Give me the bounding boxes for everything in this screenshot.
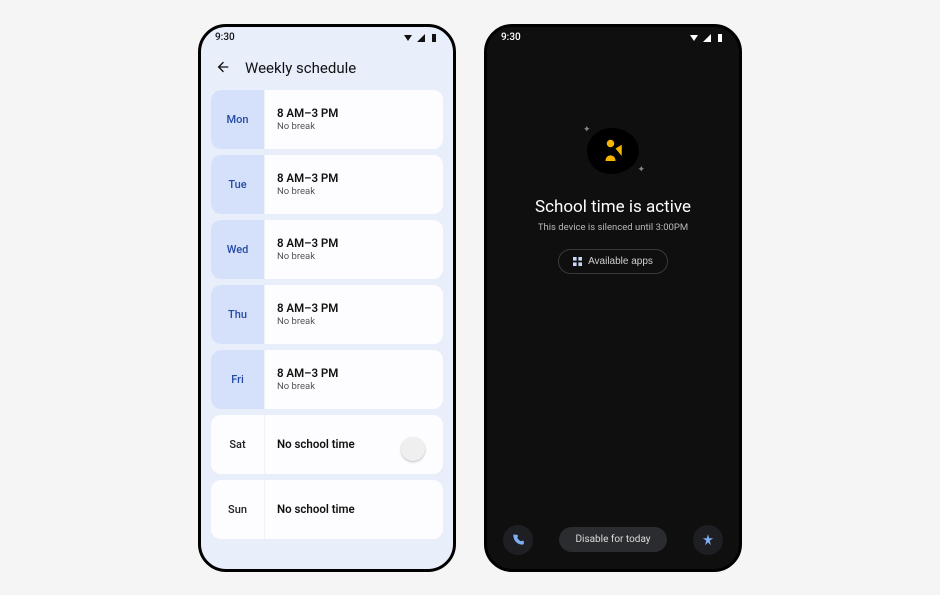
schedule-list: Mon 8 AM–3 PM No break Tue 8 AM–3 PM No …: [201, 90, 453, 569]
status-icons: [689, 33, 725, 43]
wifi-icon: [403, 33, 413, 43]
day-info: 8 AM–3 PM No break: [265, 285, 443, 344]
day-time: 8 AM–3 PM: [277, 236, 443, 250]
day-pill: Tue: [211, 155, 265, 214]
day-pill: Sun: [211, 480, 265, 539]
student-icon: [598, 136, 628, 166]
sparkle-icon: ✦: [637, 165, 645, 175]
signal-icon: [416, 33, 426, 43]
emergency-button[interactable]: [693, 525, 723, 555]
signal-icon: [702, 33, 712, 43]
phone-schedule: 9:30 Weekly schedule Mon 8 AM–3 PM No br…: [198, 24, 456, 572]
day-card-fri[interactable]: Fri 8 AM–3 PM No break: [211, 350, 443, 409]
status-bar: 9:30: [201, 27, 453, 49]
call-button[interactable]: [503, 525, 533, 555]
phone-icon: [511, 533, 525, 547]
school-time-title: School time is active: [535, 197, 691, 217]
day-card-wed[interactable]: Wed 8 AM–3 PM No break: [211, 220, 443, 279]
disable-today-button[interactable]: Disable for today: [559, 527, 666, 552]
back-button[interactable]: [215, 59, 231, 78]
status-time: 9:30: [215, 32, 235, 43]
phone-school-time: 9:30 ✦ ✦ School time is active This devi…: [484, 24, 742, 572]
day-break: No break: [277, 251, 443, 262]
day-card-tue[interactable]: Tue 8 AM–3 PM No break: [211, 155, 443, 214]
day-time: No school time: [277, 502, 443, 516]
day-pill: Sat: [211, 415, 265, 474]
school-time-content: ✦ ✦ School time is active This device is…: [487, 49, 739, 569]
day-pill: Thu: [211, 285, 265, 344]
emergency-icon: [701, 533, 715, 547]
toggle-handle[interactable]: [401, 437, 425, 461]
available-apps-label: Available apps: [588, 256, 653, 267]
available-apps-button[interactable]: Available apps: [558, 249, 668, 274]
bottom-actions: Disable for today: [487, 525, 739, 555]
day-pill: Wed: [211, 220, 265, 279]
arrow-left-icon: [215, 59, 231, 75]
day-pill: Fri: [211, 350, 265, 409]
wifi-icon: [689, 33, 699, 43]
day-card-sun[interactable]: Sun No school time: [211, 480, 443, 539]
day-info: No school time: [265, 480, 443, 539]
day-break: No break: [277, 121, 443, 132]
school-time-subtitle: This device is silenced until 3:00PM: [538, 222, 688, 233]
day-break: No break: [277, 186, 443, 197]
battery-icon: [429, 33, 439, 43]
hero-blob: [587, 128, 639, 174]
day-info: 8 AM–3 PM No break: [265, 90, 443, 149]
sparkle-icon: ✦: [583, 125, 591, 135]
day-card-thu[interactable]: Thu 8 AM–3 PM No break: [211, 285, 443, 344]
apps-grid-icon: [573, 257, 582, 266]
day-info: 8 AM–3 PM No break: [265, 220, 443, 279]
day-card-mon[interactable]: Mon 8 AM–3 PM No break: [211, 90, 443, 149]
header: Weekly schedule: [201, 49, 453, 90]
day-time: 8 AM–3 PM: [277, 366, 443, 380]
hero-icon: ✦ ✦: [581, 119, 645, 183]
day-info: 8 AM–3 PM No break: [265, 155, 443, 214]
disable-today-label: Disable for today: [575, 534, 650, 545]
day-time: 8 AM–3 PM: [277, 106, 443, 120]
status-time: 9:30: [501, 32, 521, 43]
day-time: 8 AM–3 PM: [277, 171, 443, 185]
status-bar: 9:30: [487, 27, 739, 49]
day-time: 8 AM–3 PM: [277, 301, 443, 315]
day-pill: Mon: [211, 90, 265, 149]
page-title: Weekly schedule: [245, 59, 356, 77]
status-icons: [403, 33, 439, 43]
battery-icon: [715, 33, 725, 43]
day-info: 8 AM–3 PM No break: [265, 350, 443, 409]
day-break: No break: [277, 316, 443, 327]
day-break: No break: [277, 381, 443, 392]
